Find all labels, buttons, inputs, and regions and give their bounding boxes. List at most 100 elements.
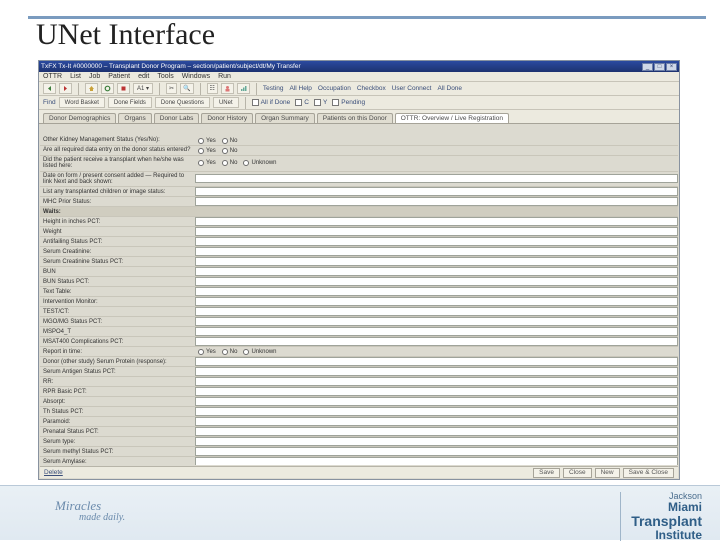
- tab[interactable]: Donor History: [201, 113, 253, 123]
- text-input[interactable]: [195, 377, 678, 386]
- radio-label: No: [230, 138, 238, 144]
- window-titlebar: TxFX Tx-It #0000000 – Transplant Donor P…: [39, 61, 679, 72]
- text-input[interactable]: [195, 307, 678, 316]
- user-icon[interactable]: [221, 83, 234, 94]
- menu-windows[interactable]: Windows: [182, 73, 210, 80]
- toolbar-button[interactable]: Word Basket: [59, 97, 105, 108]
- refresh-icon[interactable]: [101, 83, 114, 94]
- text-input[interactable]: [195, 277, 678, 286]
- home-icon[interactable]: [85, 83, 98, 94]
- stop-icon[interactable]: [117, 83, 130, 94]
- form-row: MSAT400 Complications PCT:: [40, 337, 678, 347]
- text-input[interactable]: [195, 357, 678, 366]
- radio-button[interactable]: [222, 138, 228, 144]
- form-row: Absorpt:: [40, 397, 678, 407]
- address-combo[interactable]: A1 ▾: [133, 83, 153, 94]
- radio-button[interactable]: [198, 160, 204, 166]
- field-label: Serum Creatinine:: [40, 248, 195, 256]
- window-buttons: _ □ ×: [642, 63, 677, 71]
- toolbar-checkbox[interactable]: All if Done: [252, 99, 291, 106]
- toolbar-button[interactable]: UNet: [213, 97, 239, 108]
- toolbar-link[interactable]: User Connect: [392, 85, 432, 92]
- new-icon[interactable]: ☷: [207, 83, 218, 94]
- text-input[interactable]: [195, 417, 678, 426]
- text-input[interactable]: [195, 174, 678, 183]
- form-row: BUN Status PCT:: [40, 277, 678, 287]
- toolbar-link[interactable]: All Done: [437, 85, 462, 92]
- field-label: Are all required data entry on the donor…: [40, 146, 195, 154]
- toolbar-button[interactable]: Done Fields: [108, 97, 152, 108]
- text-input[interactable]: [195, 427, 678, 436]
- radio-button[interactable]: [222, 349, 228, 355]
- menu-patient[interactable]: Patient: [108, 73, 130, 80]
- radio-button[interactable]: [198, 138, 204, 144]
- tab[interactable]: Organs: [118, 113, 151, 123]
- text-input[interactable]: [195, 317, 678, 326]
- field-label: MGO/MG Status PCT:: [40, 318, 195, 326]
- menu-job[interactable]: Job: [89, 73, 100, 80]
- text-input[interactable]: [195, 267, 678, 276]
- toolbar-link[interactable]: Checkbox: [357, 85, 386, 92]
- text-input[interactable]: [195, 187, 678, 196]
- text-input[interactable]: [195, 327, 678, 336]
- menu-tools[interactable]: Tools: [157, 73, 173, 80]
- form-area[interactable]: Other Kidney Management Status (Yes/No):…: [40, 136, 678, 465]
- text-input[interactable]: [195, 257, 678, 266]
- text-input[interactable]: [195, 227, 678, 236]
- text-input[interactable]: [195, 387, 678, 396]
- close-button[interactable]: ×: [666, 63, 677, 71]
- text-input[interactable]: [195, 407, 678, 416]
- status-button[interactable]: New: [595, 468, 620, 478]
- text-input[interactable]: [195, 367, 678, 376]
- status-button[interactable]: Save & Close: [623, 468, 674, 478]
- field-label: RR:: [40, 378, 195, 386]
- tab[interactable]: Donor Demographics: [43, 113, 116, 123]
- field-label: Height in inches PCT:: [40, 218, 195, 226]
- toolbar-link[interactable]: All Help: [290, 85, 312, 92]
- tab[interactable]: OTTR: Overview / Live Registration: [395, 113, 509, 123]
- text-input[interactable]: [195, 447, 678, 456]
- toolbar-button[interactable]: Done Questions: [155, 97, 210, 108]
- app-window: TxFX Tx-It #0000000 – Transplant Donor P…: [38, 60, 680, 480]
- text-input[interactable]: [195, 337, 678, 346]
- text-input[interactable]: [195, 287, 678, 296]
- field-label: BUN Status PCT:: [40, 278, 195, 286]
- cut-icon[interactable]: ✂: [166, 83, 177, 94]
- tab[interactable]: Patients on this Donor: [317, 113, 393, 123]
- radio-button[interactable]: [243, 349, 249, 355]
- toolbar-checkbox[interactable]: Y: [314, 99, 327, 106]
- toolbar-link[interactable]: Testing: [263, 85, 284, 92]
- radio-label: Yes: [206, 349, 216, 355]
- menu-edit[interactable]: edit: [138, 73, 149, 80]
- toolbar-link[interactable]: Occupation: [318, 85, 351, 92]
- text-input[interactable]: [195, 437, 678, 446]
- minimize-button[interactable]: _: [642, 63, 653, 71]
- menu-list[interactable]: List: [70, 73, 81, 80]
- toolbar-checkbox[interactable]: Pending: [332, 99, 365, 106]
- radio-button[interactable]: [222, 160, 228, 166]
- text-input[interactable]: [195, 197, 678, 206]
- radio-button[interactable]: [198, 349, 204, 355]
- search-icon[interactable]: 🔍: [180, 83, 193, 94]
- status-button[interactable]: Save: [533, 468, 560, 478]
- menu-ottr[interactable]: OTTR: [43, 73, 62, 80]
- tab[interactable]: Organ Summary: [255, 113, 315, 123]
- toolbar-checkbox[interactable]: C: [295, 99, 309, 106]
- tab[interactable]: Donor Labs: [154, 113, 200, 123]
- radio-button[interactable]: [222, 148, 228, 154]
- maximize-button[interactable]: □: [654, 63, 665, 71]
- status-button[interactable]: Close: [563, 468, 592, 478]
- text-input[interactable]: [195, 247, 678, 256]
- text-input[interactable]: [195, 397, 678, 406]
- radio-button[interactable]: [198, 148, 204, 154]
- delete-link[interactable]: Delete: [44, 469, 63, 476]
- chart-icon[interactable]: [237, 83, 250, 94]
- forward-button[interactable]: [59, 83, 72, 94]
- menu-run[interactable]: Run: [218, 73, 231, 80]
- text-input[interactable]: [195, 237, 678, 246]
- text-input[interactable]: [195, 457, 678, 465]
- radio-button[interactable]: [243, 160, 249, 166]
- text-input[interactable]: [195, 297, 678, 306]
- text-input[interactable]: [195, 217, 678, 226]
- back-button[interactable]: [43, 83, 56, 94]
